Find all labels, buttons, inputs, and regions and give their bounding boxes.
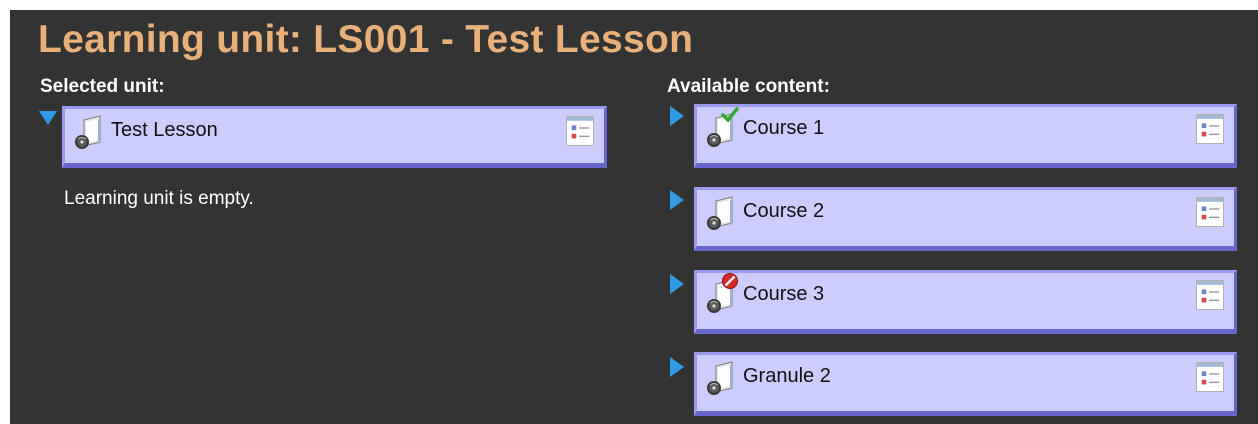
- available-item-course-1[interactable]: Course 1: [694, 104, 1237, 168]
- content-panel: Learning unit: LS001 - Test Lesson Selec…: [10, 10, 1258, 424]
- details-icon: [567, 117, 593, 145]
- expand-arrow-icon[interactable]: [670, 274, 684, 294]
- expand-arrow-icon[interactable]: [670, 106, 684, 126]
- item-title: Course 3: [743, 283, 825, 305]
- blocked-status-icon: [722, 273, 738, 289]
- selected-unit-title: Test Lesson: [111, 119, 218, 141]
- expand-arrow-icon[interactable]: [670, 190, 684, 210]
- details-icon: [1197, 115, 1223, 143]
- details-button[interactable]: [1196, 362, 1224, 392]
- details-icon: [1197, 363, 1223, 391]
- details-button[interactable]: [1196, 197, 1224, 227]
- page-title: Learning unit: LS001 - Test Lesson: [38, 18, 694, 61]
- expand-arrow-icon[interactable]: [670, 357, 684, 377]
- folder-doc-icon: [702, 358, 738, 398]
- check-status-icon: [721, 107, 739, 123]
- available-item-course-3[interactable]: Course 3: [694, 270, 1237, 334]
- item-title: Course 1: [743, 117, 825, 139]
- available-content-label: Available content:: [667, 76, 830, 97]
- item-title: Course 2: [743, 200, 825, 222]
- selected-unit-item[interactable]: Test Lesson: [62, 106, 607, 168]
- details-button[interactable]: [1196, 280, 1224, 310]
- folder-doc-icon: [70, 112, 106, 152]
- empty-unit-message: Learning unit is empty.: [64, 188, 254, 209]
- details-icon: [1197, 198, 1223, 226]
- available-item-course-2[interactable]: Course 2: [694, 187, 1237, 251]
- selected-unit-label: Selected unit:: [40, 76, 165, 97]
- available-item-granule-2[interactable]: Granule 2: [694, 352, 1237, 416]
- details-icon: [1197, 281, 1223, 309]
- folder-doc-icon: [702, 193, 738, 233]
- collapse-arrow-icon[interactable]: [39, 111, 57, 125]
- details-button[interactable]: [566, 116, 594, 146]
- details-button[interactable]: [1196, 114, 1224, 144]
- item-title: Granule 2: [743, 365, 831, 387]
